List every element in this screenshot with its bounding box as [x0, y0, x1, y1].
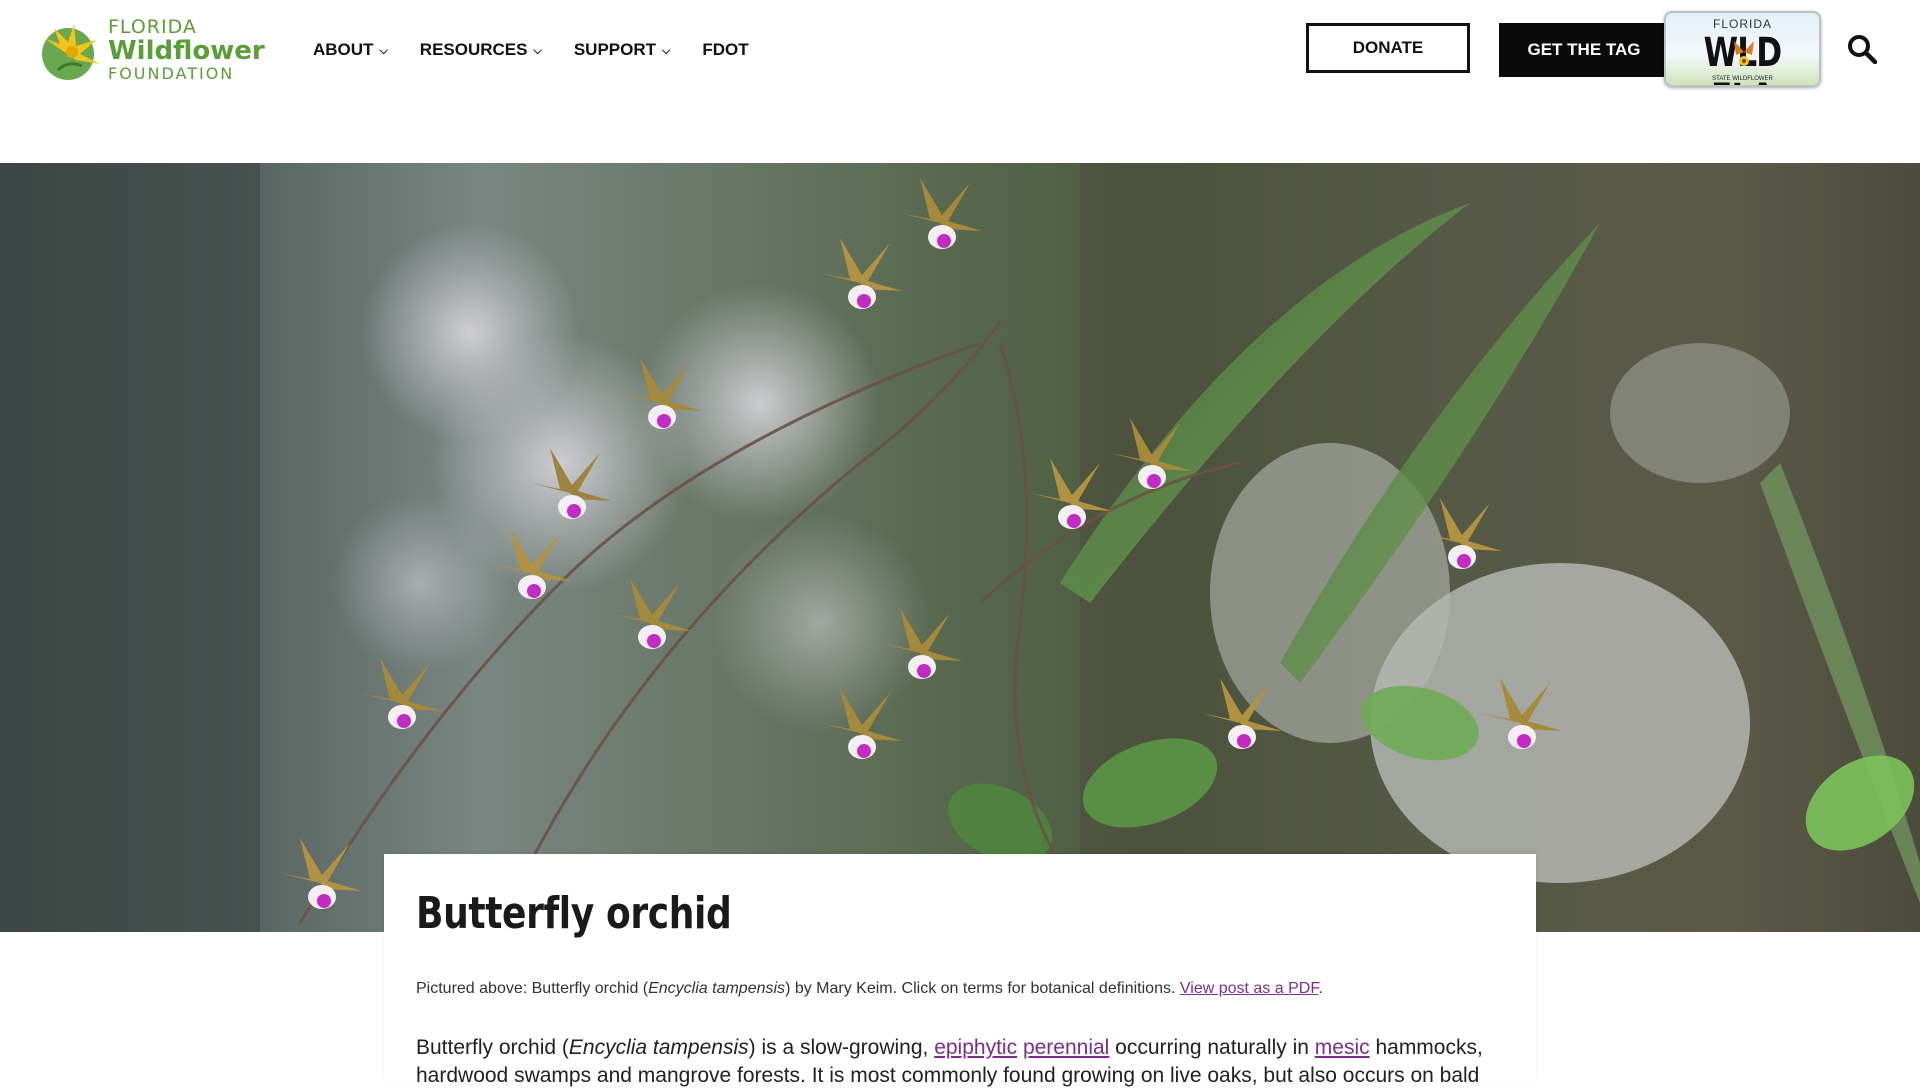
view-pdf-link[interactable]: View post as a PDF	[1180, 980, 1318, 997]
article-body: Butterfly orchid (Encyclia tampensis) is…	[416, 1034, 1483, 1090]
caption-suffix: ) by Mary Keim. Click on terms for botan…	[785, 980, 1180, 997]
logo-line-florida: FLORIDA	[108, 16, 197, 38]
body-part1: Butterfly orchid (	[416, 1036, 569, 1059]
term-link-epiphytic[interactable]: epiphytic	[934, 1036, 1017, 1059]
plate-state: FLORIDA	[1712, 17, 1772, 31]
chevron-down-icon: ⌵	[662, 45, 671, 57]
nav-resources-label: RESOURCES	[419, 40, 528, 59]
chevron-down-icon: ⌵	[379, 45, 388, 57]
body-part2: ) is a slow-growing,	[748, 1036, 935, 1059]
term-link-mesic[interactable]: mesic	[1315, 1036, 1370, 1059]
site-header: FLORIDA Wildflower FOUNDATION ABOUT ⌵ RE…	[0, 0, 1920, 163]
body-part3: occurring naturally in	[1109, 1036, 1315, 1059]
orchid-photo	[0, 163, 1920, 932]
caption-end: .	[1318, 980, 1323, 997]
body-line-2: hardwood swamps and mangrove forests. It…	[416, 1064, 1480, 1087]
chevron-down-icon: ⌵	[533, 45, 542, 57]
license-plate-image[interactable]: FLORIDA WLD FLA STATE WILDFLOWER	[1664, 11, 1821, 87]
wildflower-logo-icon	[42, 24, 100, 80]
hero-image	[0, 163, 1920, 932]
body-line-1: Butterfly orchid (Encyclia tampensis) is…	[416, 1034, 1483, 1062]
main-nav: ABOUT ⌵ RESOURCES ⌵ SUPPORT ⌵ FDOT	[313, 38, 781, 62]
body-species: Encyclia tampensis	[568, 1036, 749, 1059]
caption-prefix: Pictured above: Butterfly orchid (	[416, 980, 649, 997]
nav-support-label: SUPPORT	[573, 40, 657, 59]
page-title: Butterfly orchid	[416, 888, 732, 939]
logo-line-wildflower: Wildflower	[108, 36, 265, 66]
nav-about-label: ABOUT	[313, 40, 374, 59]
get-the-tag-button[interactable]: GET THE TAG	[1499, 23, 1669, 77]
term-link-perennial[interactable]: perennial	[1023, 1036, 1109, 1059]
site-logo[interactable]: FLORIDA Wildflower FOUNDATION	[38, 16, 265, 84]
logo-text: FLORIDA Wildflower FOUNDATION	[108, 18, 265, 82]
caption-species: Encyclia tampensis	[648, 980, 786, 997]
nav-fdot[interactable]: FDOT	[702, 38, 748, 62]
nav-fdot-label: FDOT	[702, 40, 749, 59]
search-icon[interactable]	[1847, 34, 1877, 64]
butterfly-icon	[1734, 41, 1754, 66]
nav-about[interactable]: ABOUT ⌵	[313, 38, 388, 62]
donate-button[interactable]: DONATE	[1306, 23, 1470, 73]
logo-line-foundation: FOUNDATION	[108, 64, 235, 83]
body-part4: hammocks,	[1369, 1036, 1483, 1059]
image-caption: Pictured above: Butterfly orchid (Encycl…	[416, 980, 1323, 998]
nav-resources[interactable]: RESOURCES ⌵	[420, 38, 542, 62]
nav-support[interactable]: SUPPORT ⌵	[574, 38, 671, 62]
plate-subtitle: STATE WILDFLOWER	[1712, 76, 1773, 82]
